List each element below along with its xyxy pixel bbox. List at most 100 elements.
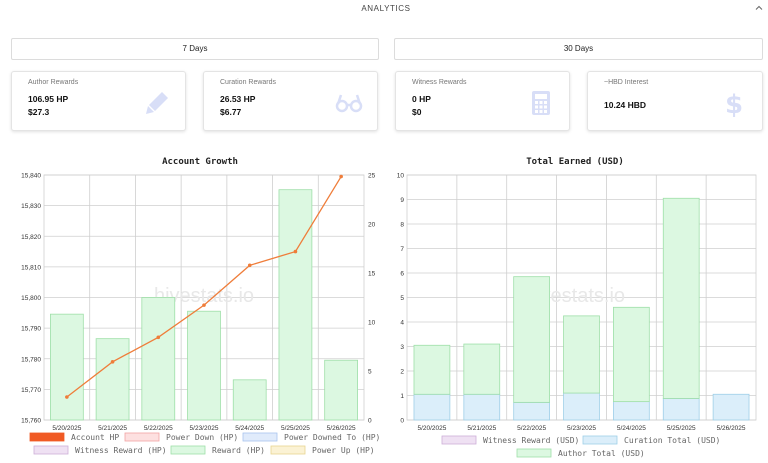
- author-rewards-hp: 106.95 HP: [28, 94, 69, 104]
- legend-swatch: [441, 435, 477, 445]
- legend-label: Power Downed To (HP): [284, 433, 380, 442]
- thirty-days-button[interactable]: 30 Days: [394, 38, 763, 60]
- author-rewards-usd: $27.3: [28, 107, 50, 117]
- curation-bar: [413, 393, 451, 421]
- legend-label: Witness Reward (USD): [483, 436, 579, 445]
- curation-bar: [712, 393, 750, 421]
- legend-label: Witness Reward (HP): [75, 446, 167, 455]
- y2-tick-label: 5: [368, 369, 372, 376]
- calculator-icon: [532, 91, 550, 115]
- y-tick-label: 1: [400, 393, 404, 400]
- author-bar: [662, 197, 700, 399]
- legend-label: Curation Total (USD): [624, 436, 720, 445]
- hbd-interest-card: ~HBD Interest 10.24 HBD $: [587, 71, 763, 131]
- legend-label: Power Up (HP): [312, 446, 375, 455]
- y-tick-label: 15,760: [21, 418, 41, 425]
- reward-bar: [324, 359, 358, 421]
- y-tick-label: 10: [397, 173, 405, 180]
- svg-text:$: $: [725, 90, 743, 117]
- curation-rewards-card: Curation Rewards 26.53 HP $6.77: [203, 71, 378, 131]
- y-tick-label: 15,840: [21, 173, 41, 180]
- account-hp-point: [293, 249, 298, 254]
- x-tick-label: 5/26/2025: [327, 425, 356, 432]
- account-hp-point: [247, 263, 252, 268]
- reward-bar: [95, 338, 130, 421]
- legend-swatch: [170, 445, 206, 455]
- legend-label: Author Total (USD): [558, 449, 645, 458]
- legend-swatch: [270, 445, 306, 455]
- y2-tick-label: 0: [368, 418, 372, 425]
- legend-swatch: [582, 435, 618, 445]
- y-tick-label: 15,770: [21, 387, 41, 394]
- x-tick-label: 5/22/2025: [144, 425, 173, 432]
- author-bar: [563, 315, 600, 394]
- x-tick-label: 5/24/2025: [235, 425, 264, 432]
- dollar-icon: $: [725, 90, 743, 117]
- legend-swatch: [124, 432, 160, 442]
- witness-rewards-label: Witness Rewards: [412, 79, 467, 86]
- y2-tick-label: 10: [368, 320, 376, 327]
- section-title: ANALYTICS: [361, 4, 411, 13]
- legend-label: Account HP: [71, 433, 119, 442]
- y-tick-label: 4: [400, 320, 404, 327]
- y-tick-label: 15,780: [21, 356, 41, 363]
- y-tick-label: 9: [400, 197, 404, 204]
- y-tick-label: 15,800: [21, 295, 41, 302]
- y-tick-label: 5: [400, 295, 404, 302]
- y-tick-label: 15,810: [21, 264, 41, 271]
- curation-bar: [463, 393, 501, 421]
- curation-bar: [662, 398, 700, 421]
- reward-bar: [50, 313, 84, 421]
- x-tick-label: 5/20/2025: [52, 425, 81, 432]
- total-earned-chart: 012345678910hivestats.io5/20/2025 5/21/20…: [397, 173, 757, 458]
- x-tick-label: 5/23/2025: [190, 425, 219, 432]
- author-bar: [463, 343, 501, 395]
- y-tick-label: 6: [400, 271, 404, 278]
- y-tick-label: 0: [400, 418, 404, 425]
- account-hp-point: [110, 360, 115, 364]
- x-tick-label: 5/26/2025: [717, 425, 746, 432]
- x-tick-label: 5/23/2025: [567, 425, 596, 432]
- witness-rewards-card: Witness Rewards 0 HP $0: [395, 71, 570, 131]
- account-hp-point: [339, 174, 343, 179]
- curation-rewards-hp: 26.53 HP: [220, 94, 256, 104]
- legend-swatch: [242, 432, 278, 442]
- y-tick-label: 8: [400, 222, 404, 229]
- y2-tick-label: 20: [368, 222, 376, 229]
- author-bar: [513, 276, 550, 403]
- pencil-icon: [146, 92, 168, 114]
- author-bar: [613, 306, 650, 403]
- x-tick-label: 5/21/2025: [98, 425, 127, 432]
- author-bar: [413, 344, 451, 395]
- x-tick-label: 5/24/2025: [617, 425, 646, 432]
- x-tick-label: 5/21/2025: [467, 425, 496, 432]
- legend-swatch: [516, 448, 552, 458]
- account-hp-point: [65, 395, 69, 399]
- y2-tick-label: 15: [368, 271, 376, 278]
- x-tick-label: 5/25/2025: [281, 425, 310, 432]
- curation-bar: [513, 401, 550, 421]
- x-tick-label: 5/22/2025: [517, 425, 546, 432]
- curation-bar: [613, 401, 650, 421]
- y2-tick-label: 25: [368, 173, 376, 180]
- curation-rewards-usd: $6.77: [220, 107, 242, 117]
- account-hp-point: [202, 303, 206, 307]
- curation-bar: [563, 392, 600, 421]
- analytics-header[interactable]: ANALYTICS: [0, 0, 768, 18]
- seven-days-button[interactable]: 7 Days: [11, 38, 379, 60]
- account-growth-chart: 15,760 15,770 15,780 15,790 15,800 15,810 15,8…: [21, 173, 380, 456]
- legend-label: Power Down (HP): [166, 433, 238, 442]
- curation-rewards-label: Curation Rewards: [220, 79, 277, 86]
- x-tick-label: 5/20/2025: [417, 425, 446, 432]
- chevron-up-icon[interactable]: [754, 3, 764, 13]
- x-tick-label: 5/25/2025: [667, 425, 696, 432]
- glasses-icon: [335, 94, 363, 113]
- reward-bar: [232, 379, 267, 421]
- y-tick-label: 15,820: [21, 234, 41, 241]
- author-rewards-card: Author Rewards 106.95 HP $27.3: [11, 71, 186, 131]
- reward-bar: [141, 297, 176, 421]
- hbd-interest-label: ~HBD Interest: [604, 79, 649, 86]
- y-tick-label: 2: [400, 369, 404, 376]
- y-tick-label: 3: [400, 344, 404, 351]
- hbd-interest-value: 10.24 HBD: [604, 100, 647, 110]
